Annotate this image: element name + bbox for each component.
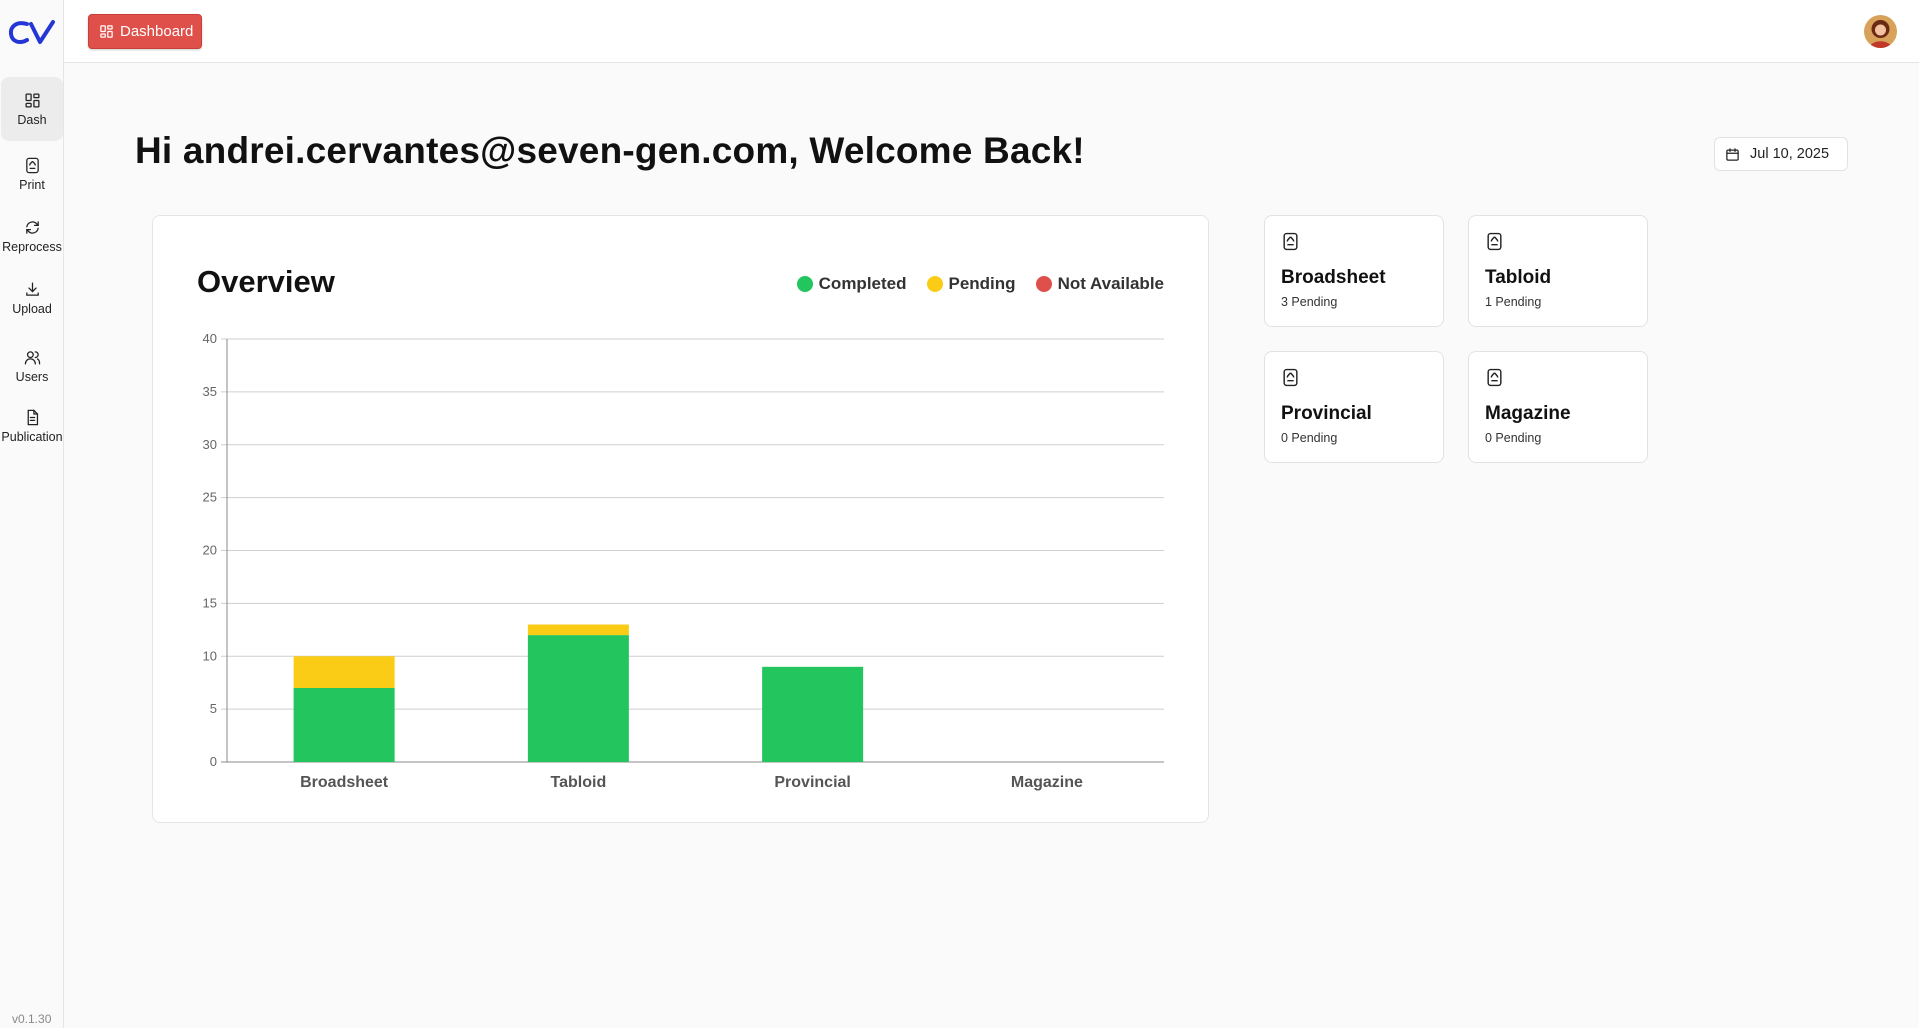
users-icon — [24, 350, 40, 365]
grid-icon — [100, 25, 113, 38]
grid-icon — [24, 92, 40, 108]
user-avatar-image — [1864, 15, 1897, 48]
date-picker-button[interactable]: Jul 10, 2025 — [1714, 137, 1848, 171]
sidebar: Dash Print Reprocess Upload Users Public… — [0, 0, 64, 1028]
sidebar-item-label: Print — [19, 177, 45, 192]
sidebar-item-users[interactable]: Users — [1, 334, 63, 398]
summary-card-magazine[interactable]: Magazine 0 Pending — [1468, 351, 1648, 463]
y-tick-label: 0 — [210, 754, 217, 769]
sidebar-item-label: Upload — [12, 301, 52, 316]
print-file-icon — [25, 157, 39, 173]
dashboard-button[interactable]: Dashboard — [88, 14, 203, 49]
date-label: Jul 10, 2025 — [1750, 146, 1830, 162]
bar-pending — [293, 656, 395, 688]
card-title: Provincial — [1281, 403, 1372, 424]
dashboard-button-label: Dashboard — [120, 23, 194, 40]
print-file-icon — [1487, 232, 1502, 251]
print-file-icon — [1487, 368, 1502, 387]
y-tick-label: 40 — [203, 331, 217, 346]
overview-bar-chart: 0 5 10 15 20 25 30 35 40 Broadsheet Tabloid Provinc… — [203, 331, 1164, 791]
overview-card: Overview Completed Pending Not Available… — [152, 215, 1209, 823]
refresh-icon — [25, 220, 39, 234]
bar-pending — [527, 624, 629, 636]
summary-card-tabloid[interactable]: Tabloid 1 Pending — [1468, 215, 1648, 327]
sidebar-item-dash[interactable]: Dash — [1, 77, 63, 141]
upload-icon — [25, 281, 39, 296]
sidebar-item-label: Publication — [1, 429, 63, 444]
y-tick-label: 30 — [203, 437, 217, 452]
sidebar-item-print[interactable]: Print — [1, 142, 63, 206]
bar-completed — [762, 666, 864, 762]
y-tick-label: 5 — [210, 701, 217, 716]
card-title: Magazine — [1485, 403, 1571, 424]
sidebar-item-reprocess[interactable]: Reprocess — [1, 204, 63, 268]
card-pending-count: 0 Pending — [1485, 431, 1542, 445]
x-tick-label: Provincial — [774, 774, 850, 791]
page-title: Hi andrei.cervantes@seven-gen.com, Welco… — [135, 130, 1085, 171]
print-file-icon — [1283, 232, 1298, 251]
calendar-icon — [1726, 147, 1739, 161]
sidebar-item-upload[interactable]: Upload — [1, 266, 63, 330]
topbar: Dashboard — [64, 0, 1919, 63]
y-tick-label: 35 — [203, 384, 217, 399]
summary-card-broadsheet[interactable]: Broadsheet 3 Pending — [1264, 215, 1444, 327]
card-title: Tabloid — [1485, 267, 1552, 288]
bar-completed — [293, 687, 395, 762]
file-text-icon — [27, 409, 38, 425]
y-tick-label: 10 — [203, 648, 217, 663]
sidebar-item-label: Users — [15, 369, 49, 384]
sidebar-item-label: Reprocess — [2, 239, 62, 254]
x-tick-label: Magazine — [1011, 774, 1083, 791]
x-tick-label: Tabloid — [551, 774, 607, 791]
x-tick-label: Broadsheet — [300, 774, 389, 791]
sidebar-item-label: Dash — [17, 112, 47, 127]
summary-card-provincial[interactable]: Provincial 0 Pending — [1264, 351, 1444, 463]
print-file-icon — [1283, 368, 1298, 387]
card-title: Broadsheet — [1281, 267, 1386, 288]
y-tick-label: 25 — [203, 490, 217, 505]
y-tick-label: 20 — [203, 543, 217, 558]
card-pending-count: 1 Pending — [1485, 295, 1542, 309]
avatar[interactable] — [1864, 15, 1897, 48]
y-tick-label: 15 — [203, 595, 217, 610]
app-version: v0.1.30 — [12, 1012, 52, 1026]
bar-completed — [527, 635, 629, 762]
app-logo[interactable] — [8, 18, 56, 48]
sidebar-item-publication[interactable]: Publication — [1, 394, 63, 458]
card-pending-count: 3 Pending — [1281, 295, 1338, 309]
card-pending-count: 0 Pending — [1281, 431, 1338, 445]
